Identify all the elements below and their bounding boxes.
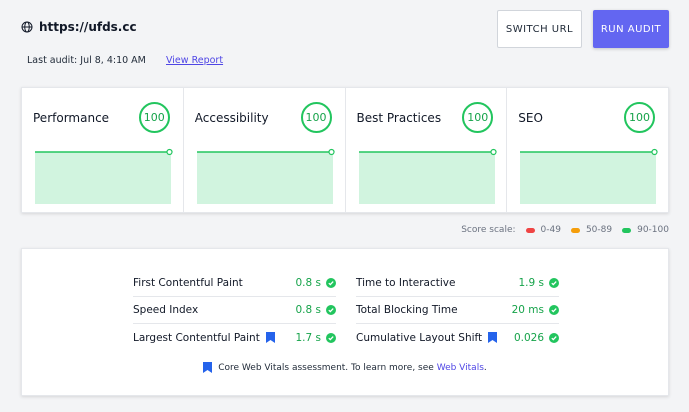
- score-scale-legend: Score scale: 0-49 50-89 90-100: [461, 225, 669, 235]
- check-circle-icon: [326, 332, 336, 343]
- trend-area: [35, 152, 171, 204]
- score-cell-accessibility[interactable]: Accessibility 100: [184, 88, 346, 212]
- range-label-average: 50-89: [585, 225, 613, 235]
- trend-area: [520, 152, 657, 204]
- score-trend-chart: [358, 148, 497, 204]
- metric-row: Speed Index 0.8 s: [133, 297, 336, 324]
- metric-value: 1.7 s: [295, 332, 336, 344]
- score-gauge: 100: [624, 102, 655, 133]
- cwv-note: Core Web Vitals assessment. To learn mor…: [22, 362, 668, 373]
- score-cell-seo[interactable]: SEO 100: [507, 88, 668, 212]
- metric-label: Cumulative Layout Shift: [356, 332, 514, 344]
- metric-label: Time to Interactive: [356, 277, 456, 289]
- last-audit-text: Last audit: Jul 8, 4:10 AM: [27, 55, 146, 66]
- range-label-good: 90-100: [637, 225, 669, 235]
- score-gauge: 100: [138, 102, 170, 133]
- check-circle-icon: [549, 278, 559, 288]
- metric-row: Total Blocking Time 20 ms: [356, 297, 559, 324]
- metric-row: Time to Interactive 1.9 s: [356, 270, 559, 297]
- view-report-link[interactable]: View Report: [166, 55, 223, 66]
- trend-area: [196, 152, 333, 204]
- web-vitals-link[interactable]: Web Vitals: [437, 363, 484, 373]
- check-circle-icon: [549, 332, 559, 343]
- check-circle-icon: [549, 305, 559, 315]
- metric-label: First Contentful Paint: [133, 277, 243, 289]
- metric-row: Cumulative Layout Shift 0.026: [356, 324, 559, 351]
- trend-point: [489, 148, 497, 156]
- metric-label: Speed Index: [133, 304, 199, 316]
- green-range-pill: [622, 227, 632, 233]
- switch-url-button[interactable]: SWITCH URL: [497, 10, 582, 48]
- trend-point: [651, 148, 658, 156]
- bookmark-icon: [203, 362, 213, 373]
- globe-icon: [21, 21, 33, 33]
- score-cell-performance[interactable]: Performance 100: [22, 88, 184, 212]
- url-display: https://ufds.cc: [21, 20, 137, 34]
- score-trend-chart: [196, 148, 335, 204]
- metric-row: First Contentful Paint 0.8 s: [133, 270, 336, 297]
- metric-value: 1.9 s: [518, 277, 559, 289]
- metrics-card: First Contentful Paint 0.8 s Speed Index…: [21, 248, 669, 396]
- bookmark-icon: [265, 332, 275, 343]
- score-trend-chart: [520, 148, 658, 204]
- metric-label: Total Blocking Time: [356, 304, 458, 316]
- score-scale-label: Score scale:: [461, 225, 516, 235]
- metric-value: 0.8 s: [295, 304, 336, 316]
- red-range-pill: [525, 227, 535, 233]
- score-cell-best-practices[interactable]: Best Practices 100: [346, 88, 508, 212]
- score-name: Accessibility: [194, 111, 269, 125]
- metric-row: Largest Contentful Paint 1.7 s: [133, 324, 336, 351]
- trend-area: [358, 152, 495, 204]
- score-trend-chart: [35, 148, 173, 204]
- check-circle-icon: [326, 305, 336, 315]
- scores-card: Performance 100 Accessibility 100 Best P…: [21, 87, 669, 213]
- score-name: Best Practices: [356, 111, 442, 125]
- metric-value: 0.8 s: [295, 277, 336, 289]
- range-label-poor: 0-49: [540, 225, 561, 235]
- metric-value: 0.026: [514, 332, 559, 344]
- metric-label: Largest Contentful Paint: [133, 332, 295, 344]
- url-text: https://ufds.cc: [39, 20, 137, 34]
- orange-range-pill: [570, 227, 580, 233]
- score-gauge: 100: [462, 102, 494, 133]
- metric-value: 20 ms: [512, 304, 559, 316]
- trend-point: [166, 148, 173, 156]
- run-audit-button[interactable]: RUN AUDIT: [593, 10, 669, 48]
- score-name: Performance: [33, 111, 110, 125]
- cwv-note-text: Core Web Vitals assessment. To learn mor…: [218, 362, 434, 373]
- check-circle-icon: [326, 278, 336, 288]
- bookmark-icon: [488, 332, 498, 343]
- trend-point: [328, 148, 335, 156]
- score-name: SEO: [518, 111, 543, 125]
- score-gauge: 100: [300, 102, 332, 133]
